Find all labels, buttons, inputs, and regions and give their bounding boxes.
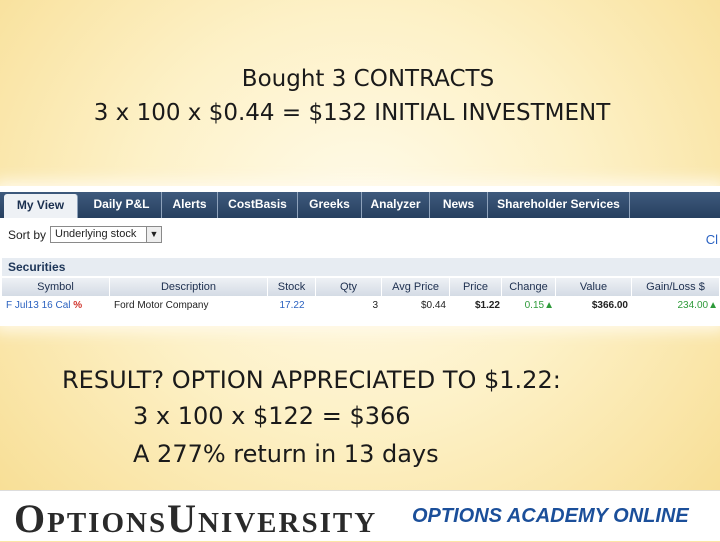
symbol-flag: % xyxy=(73,300,83,311)
cell-value: $366.00 xyxy=(591,300,628,311)
cell-qty: 3 xyxy=(372,300,378,311)
sort-select[interactable]: Underlying stock ▼ xyxy=(50,226,162,243)
up-arrow-icon: ▲ xyxy=(544,300,554,311)
col-gain-loss[interactable]: Gain/Loss $ xyxy=(632,278,720,296)
cell-avg-price: $0.44 xyxy=(420,300,446,311)
col-stock[interactable]: Stock xyxy=(268,278,316,296)
col-description[interactable]: Description xyxy=(110,278,268,296)
tab-shareholder-services[interactable]: Shareholder Services xyxy=(488,192,630,218)
tab-news[interactable]: News xyxy=(430,192,488,218)
table-header: Symbol Description Stock Qty Avg Price P… xyxy=(2,278,720,296)
cell-price: $1.22 xyxy=(474,300,500,311)
result-line-1: RESULT? OPTION APPRECIATED TO $1.22: xyxy=(62,366,561,394)
cell-gain-loss: 234.00▲ xyxy=(632,296,720,316)
headline-line-2: 3 x 100 x $0.44 = $132 INITIAL INVESTMEN… xyxy=(93,100,611,126)
cell-stock[interactable]: 17.22 xyxy=(268,296,316,316)
options-university-logo: OPTIONSUNIVERSITY xyxy=(14,496,378,541)
result-line-2: 3 x 100 x $122 = $366 xyxy=(133,402,411,430)
chevron-down-icon[interactable]: ▼ xyxy=(146,227,161,242)
up-arrow-icon: ▲ xyxy=(708,300,718,311)
table-row[interactable]: F Jul13 16 Cal % Ford Motor Company 17.2… xyxy=(2,296,720,316)
col-change[interactable]: Change xyxy=(502,278,556,296)
footer-banner: OPTIONSUNIVERSITY OPTIONS ACADEMY ONLINE xyxy=(0,490,720,541)
headline-line-1: Bought 3 CONTRACTS xyxy=(241,66,495,92)
tab-daily-pl[interactable]: Daily P&L xyxy=(82,192,162,218)
col-qty[interactable]: Qty xyxy=(316,278,382,296)
cell-description: Ford Motor Company xyxy=(114,300,209,311)
col-symbol[interactable]: Symbol xyxy=(2,278,110,296)
brokerage-screenshot: My View Daily P&L Alerts CostBasis Greek… xyxy=(0,186,720,326)
cell-change: 0.15▲ xyxy=(502,296,556,316)
sort-label: Sort by xyxy=(8,228,47,242)
tab-greeks[interactable]: Greeks xyxy=(298,192,362,218)
col-avg-price[interactable]: Avg Price xyxy=(382,278,450,296)
cell-symbol[interactable]: F Jul13 16 Cal % xyxy=(6,296,110,316)
col-price[interactable]: Price xyxy=(450,278,502,296)
sort-row: Sort by Underlying stock ▼ xyxy=(8,226,162,246)
academy-tagline: OPTIONS ACADEMY ONLINE xyxy=(412,505,689,527)
tab-analyzer[interactable]: Analyzer xyxy=(362,192,430,218)
col-value[interactable]: Value xyxy=(556,278,632,296)
tab-bar: My View Daily P&L Alerts CostBasis Greek… xyxy=(0,192,720,218)
tab-costbasis[interactable]: CostBasis xyxy=(218,192,298,218)
section-title: Securities xyxy=(2,258,720,276)
change-value: 0.15 xyxy=(524,300,545,311)
sort-select-value: Underlying stock xyxy=(55,228,137,240)
tab-my-view[interactable]: My View xyxy=(4,194,78,218)
symbol-link[interactable]: F Jul13 16 Cal xyxy=(6,300,70,311)
tab-alerts[interactable]: Alerts xyxy=(162,192,218,218)
cut-off-link[interactable]: Cl xyxy=(706,232,718,247)
gain-loss-value: 234.00 xyxy=(677,300,709,311)
result-line-3: A 277% return in 13 days xyxy=(133,440,439,468)
